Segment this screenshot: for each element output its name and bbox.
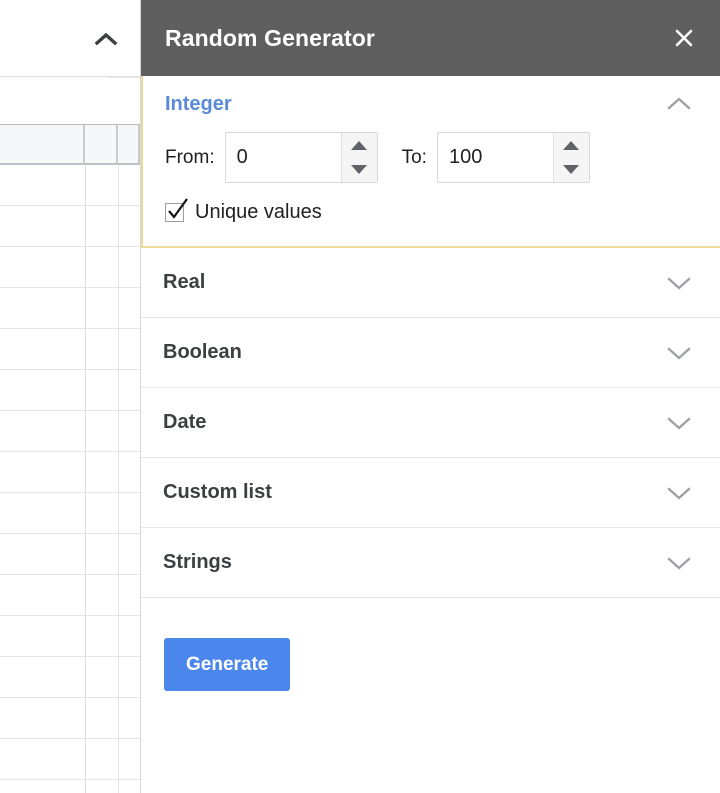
cell-divider <box>85 329 86 369</box>
formula-bar[interactable] <box>0 77 140 125</box>
section-header-boolean[interactable]: Boolean <box>141 318 720 387</box>
section-boolean: Boolean <box>141 318 720 387</box>
to-spinner <box>552 133 589 183</box>
generate-button[interactable]: Generate <box>164 638 291 691</box>
column-header-row <box>0 125 140 165</box>
cell-divider <box>85 493 86 533</box>
formula-bar-edge <box>108 77 140 78</box>
column-header-cell[interactable] <box>85 125 118 163</box>
from-field-wrapper <box>224 132 378 183</box>
app-root: Random Generator Integer From: To: Unique v… <box>0 0 720 793</box>
section-divider <box>141 597 720 598</box>
chevron-up-icon[interactable] <box>666 96 692 112</box>
generate-area: Generate <box>141 598 720 691</box>
section-header-integer[interactable]: Integer <box>143 76 720 132</box>
from-label: From: <box>165 146 215 168</box>
cell-divider <box>85 411 86 451</box>
cell-divider <box>85 616 86 656</box>
cell-divider <box>85 534 86 574</box>
to-label: To: <box>401 146 427 168</box>
cell-divider <box>85 370 86 410</box>
generator-type-accordion: Integer From: To: Unique values Real Boolean D… <box>141 76 720 598</box>
section-label: Date <box>163 411 207 433</box>
from-input[interactable] <box>225 133 341 182</box>
cell-divider <box>85 165 86 205</box>
section-label: Strings <box>163 551 232 573</box>
chevron-down-icon[interactable] <box>666 415 692 431</box>
spreadsheet-area <box>0 0 140 793</box>
triangle-up-icon[interactable] <box>342 133 377 158</box>
triangle-down-icon[interactable] <box>342 158 377 183</box>
section-label: Real <box>163 271 206 293</box>
chevron-down-icon[interactable] <box>666 275 692 291</box>
cell-divider <box>85 206 86 246</box>
random-generator-panel: Random Generator Integer From: To: Unique v… <box>140 0 720 793</box>
section-header-date[interactable]: Date <box>141 388 720 457</box>
section-date: Date <box>141 388 720 457</box>
section-strings: Strings <box>141 528 720 597</box>
cell-divider <box>85 739 86 779</box>
triangle-up-icon[interactable] <box>554 133 589 158</box>
cell-divider <box>85 780 86 793</box>
unique-values-checkbox[interactable] <box>165 198 188 222</box>
close-icon[interactable] <box>666 20 702 56</box>
panel-header: Random Generator <box>141 0 720 76</box>
unique-values-label: Unique values <box>195 201 322 223</box>
column-header-cell[interactable] <box>118 125 140 163</box>
unique-values-row: Unique values <box>165 198 720 224</box>
section-body-integer: From: To: Unique values <box>143 132 720 238</box>
section-custom-list: Custom list <box>141 458 720 527</box>
section-label: Integer <box>165 92 232 115</box>
check-icon <box>165 196 191 222</box>
section-label: Boolean <box>163 341 242 363</box>
section-real: Real <box>141 248 720 317</box>
vertical-scrollbar[interactable] <box>119 166 139 793</box>
to-field-wrapper <box>436 132 590 183</box>
chevron-down-icon[interactable] <box>666 345 692 361</box>
cell-divider <box>85 657 86 697</box>
section-label: Custom list <box>163 481 272 503</box>
triangle-down-icon[interactable] <box>554 158 589 183</box>
range-row: From: To: <box>165 132 720 183</box>
chevron-down-icon[interactable] <box>666 485 692 501</box>
column-header-cell[interactable] <box>0 125 85 163</box>
section-header-custom-list[interactable]: Custom list <box>141 458 720 527</box>
cell-divider <box>85 247 86 287</box>
chevron-down-icon[interactable] <box>666 555 692 571</box>
cell-divider <box>85 452 86 492</box>
cell-divider <box>85 698 86 738</box>
cell-divider <box>85 288 86 328</box>
from-spinner <box>340 133 377 183</box>
cell-divider <box>85 575 86 615</box>
section-header-real[interactable]: Real <box>141 248 720 317</box>
spreadsheet-toolbar <box>0 0 140 77</box>
chevron-up-icon[interactable] <box>94 31 118 47</box>
panel-title: Random Generator <box>165 24 375 51</box>
section-header-strings[interactable]: Strings <box>141 528 720 597</box>
to-input[interactable] <box>437 133 553 182</box>
section-integer: Integer From: To: Unique values <box>141 76 720 248</box>
